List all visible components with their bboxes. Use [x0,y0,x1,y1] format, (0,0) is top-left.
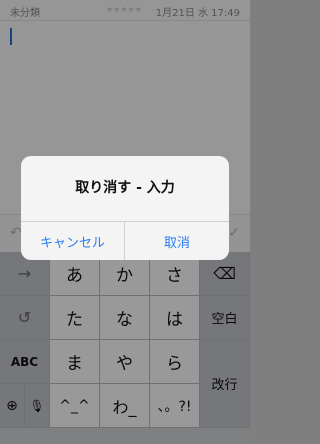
dialog-title: 取り消す - 入力 [75,180,175,196]
note-screen: 未分類 ★★★★★ 1月21日 水 17:49 ↶ ✓ → あ か さ ⌫ ↺ … [0,0,250,444]
undo-alert-dialog: 取り消す - 入力 キャンセル 取消 [21,156,229,260]
cancel-button[interactable]: キャンセル [21,222,124,260]
undo-button[interactable]: 取消 [125,222,229,260]
